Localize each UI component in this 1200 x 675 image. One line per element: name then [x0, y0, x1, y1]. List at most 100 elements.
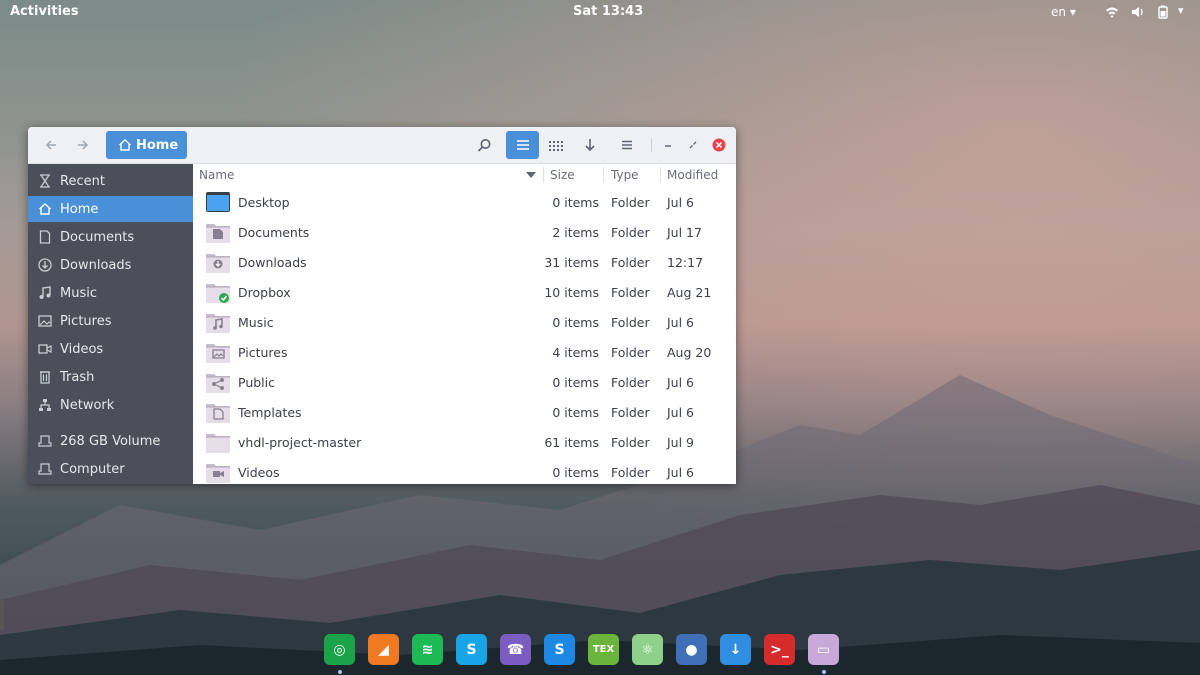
atom-icon[interactable]: ⚛	[632, 634, 663, 665]
drop-icon[interactable]: ●	[676, 634, 707, 665]
back-button[interactable]	[38, 131, 64, 159]
forward-button[interactable]	[70, 131, 96, 159]
file-row[interactable]: Music 0 items Folder Jul 6	[193, 307, 736, 337]
file-size: 10 items	[544, 285, 599, 300]
file-name: Downloads	[238, 255, 307, 270]
clock[interactable]: Sat 13:43	[573, 4, 643, 19]
chrome-icon[interactable]: ◎	[324, 634, 355, 665]
network-icon	[39, 399, 51, 411]
minimize-icon	[665, 145, 671, 147]
music-folder-icon	[206, 314, 230, 333]
file-row[interactable]: Templates 0 items Folder Jul 6	[193, 397, 736, 427]
sort-button[interactable]	[575, 131, 605, 159]
document-icon	[39, 230, 51, 244]
sidebar-item-videos[interactable]: Videos	[28, 336, 193, 362]
app-icon[interactable]: ◢	[368, 634, 399, 665]
downloads-folder-icon	[206, 254, 230, 273]
terminal-icon[interactable]: >_	[764, 634, 795, 665]
sidebar-item-home[interactable]: Home	[28, 196, 193, 222]
file-type: Folder	[611, 285, 650, 300]
pictures-folder-icon	[206, 344, 230, 363]
video-icon	[38, 344, 52, 354]
column-header-size-label: Size	[550, 168, 575, 182]
sidebar-item-label: 268 GB Volume	[60, 433, 161, 449]
search-button[interactable]	[470, 131, 498, 159]
messenger-icon[interactable]: S	[544, 634, 575, 665]
wifi-icon[interactable]	[1105, 5, 1119, 19]
maximize-button[interactable]	[683, 131, 703, 159]
column-header-modified[interactable]: Modified	[667, 164, 733, 186]
path-label: Home	[136, 137, 179, 153]
files-icon[interactable]: ▭	[808, 634, 839, 665]
skype-icon[interactable]: S	[456, 634, 487, 665]
file-row[interactable]: Downloads 31 items Folder 12:17	[193, 247, 736, 277]
sidebar-item-label: Documents	[60, 229, 135, 245]
menu-button[interactable]	[613, 131, 641, 159]
file-type: Folder	[611, 375, 650, 390]
download-manager-icon[interactable]: ↓	[720, 634, 751, 665]
file-row[interactable]: Dropbox 10 items Folder Aug 21	[193, 277, 736, 307]
close-button[interactable]	[709, 131, 729, 159]
path-bar-home-button[interactable]: Home	[106, 131, 187, 159]
language-indicator[interactable]: en ▾	[1051, 5, 1076, 19]
sidebar-item-label: Trash	[60, 369, 95, 385]
spotify-icon[interactable]: ≋	[412, 634, 443, 665]
sidebar-item-recent[interactable]: Recent	[28, 168, 193, 194]
minimize-button[interactable]	[658, 131, 678, 159]
file-modified: 12:17	[667, 255, 704, 270]
file-type: Folder	[611, 405, 650, 420]
templates-folder-icon	[206, 404, 230, 423]
file-size: 0 items	[552, 375, 599, 390]
viber-icon[interactable]: ☎	[500, 634, 531, 665]
sort-down-arrow-icon	[585, 139, 595, 152]
file-row[interactable]: vhdl-project-master 61 items Folder Jul 9	[193, 427, 736, 457]
file-size: 0 items	[552, 195, 599, 210]
file-size: 2 items	[552, 225, 599, 240]
documents-folder-icon	[206, 224, 230, 243]
activities-button[interactable]: Activities	[10, 4, 79, 19]
battery-icon[interactable]	[1156, 5, 1170, 19]
sidebar-item-label: Videos	[60, 341, 104, 357]
back-arrow-icon	[45, 140, 56, 150]
videos-folder-icon	[206, 464, 230, 483]
file-size: 61 items	[544, 435, 599, 450]
list-view-icon	[516, 140, 529, 150]
file-row[interactable]: Desktop 0 items Folder Jul 6	[193, 187, 736, 217]
file-modified: Aug 20	[667, 345, 712, 360]
sidebar-item-label: Network	[60, 397, 115, 413]
sidebar-item-downloads[interactable]: Downloads	[28, 252, 193, 278]
language-label: en	[1051, 5, 1066, 19]
system-menu-arrow-icon[interactable]: ▾	[1178, 4, 1184, 17]
volume-icon[interactable]	[1131, 5, 1145, 19]
sidebar-item-music[interactable]: Music	[28, 280, 193, 306]
file-modified: Jul 6	[667, 195, 695, 210]
sidebar-item-trash[interactable]: Trash	[28, 364, 193, 390]
column-header-size[interactable]: Size	[550, 164, 602, 186]
file-row[interactable]: Documents 2 items Folder Jul 17	[193, 217, 736, 247]
sidebar-item-network[interactable]: Network	[28, 392, 193, 418]
sidebar-item-documents[interactable]: Documents	[28, 224, 193, 250]
file-name: Dropbox	[238, 285, 291, 300]
column-separator	[660, 167, 661, 183]
sidebar-item-computer[interactable]: Computer	[28, 456, 193, 482]
sort-descending-icon	[526, 172, 536, 178]
column-header-name[interactable]: Name	[199, 164, 543, 186]
list-view-button[interactable]	[506, 131, 539, 159]
file-row[interactable]: Public 0 items Folder Jul 6	[193, 367, 736, 397]
sidebar-item-label: Music	[60, 285, 97, 301]
file-size: 0 items	[552, 315, 599, 330]
file-modified: Jul 6	[667, 315, 695, 330]
file-type: Folder	[611, 435, 650, 450]
sidebar-item-volume[interactable]: 268 GB Volume	[28, 428, 193, 454]
tex-icon[interactable]: TEX	[588, 634, 619, 665]
sidebar-item-label: Pictures	[60, 313, 112, 329]
column-header-type[interactable]: Type	[611, 164, 659, 186]
file-row[interactable]: Pictures 4 items Folder Aug 20	[193, 337, 736, 367]
file-size: 31 items	[544, 255, 599, 270]
file-modified: Jul 6	[667, 405, 695, 420]
sidebar-item-label: Home	[60, 201, 99, 217]
column-header-modified-label: Modified	[667, 168, 719, 182]
grid-view-button[interactable]	[541, 131, 571, 159]
sidebar-item-pictures[interactable]: Pictures	[28, 308, 193, 334]
file-row[interactable]: Videos 0 items Folder Jul 6	[193, 457, 736, 484]
